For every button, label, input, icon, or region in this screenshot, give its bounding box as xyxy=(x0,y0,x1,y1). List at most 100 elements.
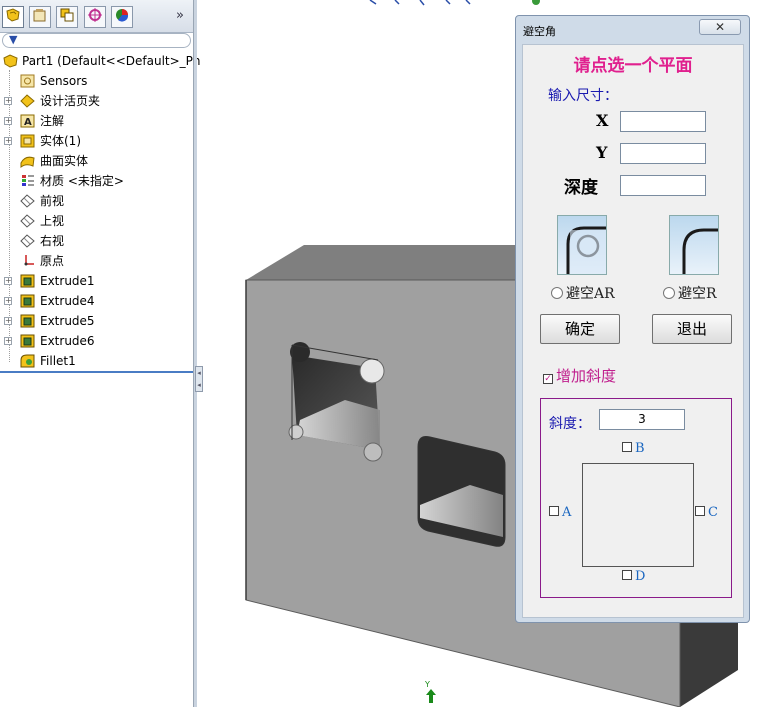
side-d-label: D xyxy=(635,569,646,584)
tree-item[interactable]: + Extrude5 xyxy=(0,311,193,331)
extrude-icon xyxy=(20,274,35,288)
filter-icon: ▼ xyxy=(9,33,18,46)
tree-item[interactable]: 原点 xyxy=(0,251,193,271)
x-input[interactable] xyxy=(620,111,706,132)
tree-item-label: 实体(1) xyxy=(40,134,81,148)
tree-item[interactable]: 前视 xyxy=(0,191,193,211)
toolbar-fragment-icon xyxy=(532,0,540,5)
option-r-radio[interactable]: 避空R xyxy=(663,283,717,303)
expand-toggle-icon[interactable]: + xyxy=(4,97,12,105)
tree-item[interactable]: + Extrude1 xyxy=(0,271,193,291)
feature-manager-tabbar: » xyxy=(0,0,193,33)
side-b-label: B xyxy=(635,441,645,456)
add-slope-checkbox[interactable]: ✓ 增加斜度 xyxy=(543,365,616,386)
expand-toggle-icon[interactable]: + xyxy=(4,297,12,305)
slope-group: 斜度： 3 B A C D xyxy=(540,398,732,598)
tree-item[interactable]: + Extrude4 xyxy=(0,291,193,311)
solid-bodies-icon xyxy=(20,134,35,148)
checkbox-icon xyxy=(549,506,559,516)
side-c-checkbox[interactable]: C xyxy=(695,505,718,520)
dimxpert-tab-icon[interactable] xyxy=(84,6,106,28)
checkbox-icon xyxy=(622,570,632,580)
checkmark-icon: ✓ xyxy=(543,374,553,384)
y-input[interactable] xyxy=(620,143,706,164)
tree-root-label: Part1 (Default<<Default>_Ph xyxy=(22,54,201,68)
axis-y-label: Y xyxy=(425,680,430,689)
tree-item-label: Extrude6 xyxy=(40,334,95,348)
extrude-icon xyxy=(20,314,35,328)
tree-item[interactable]: Fillet1 xyxy=(0,351,193,371)
extrude-icon xyxy=(20,294,35,308)
exit-button[interactable]: 退出 xyxy=(652,314,732,344)
corner-relief-ar-icon[interactable] xyxy=(557,215,607,275)
annotation-icon: A xyxy=(20,114,35,128)
tree-item[interactable]: + 设计活页夹 xyxy=(0,91,193,111)
ok-button[interactable]: 确定 xyxy=(540,314,620,344)
extrude-icon xyxy=(20,334,35,348)
svg-text:A: A xyxy=(24,117,32,128)
checkbox-icon xyxy=(695,506,705,516)
tree-item[interactable]: 上视 xyxy=(0,211,193,231)
tree-root-part[interactable]: Part1 (Default<<Default>_Ph xyxy=(0,51,201,71)
material-icon xyxy=(20,174,35,188)
property-manager-tab-icon[interactable] xyxy=(29,6,51,28)
tree-item-label: 曲面实体 xyxy=(40,154,89,168)
option-ar-label: 避空AR xyxy=(566,286,615,302)
tree-item-label: Sensors xyxy=(40,74,88,88)
tree-item[interactable]: Sensors xyxy=(0,71,193,91)
tree-item-label: Extrude4 xyxy=(40,294,95,308)
side-d-checkbox[interactable]: D xyxy=(622,569,645,584)
feature-manager-bottom-bar xyxy=(0,371,193,373)
expand-toggle-icon[interactable]: + xyxy=(4,277,12,285)
configuration-manager-tab-icon[interactable] xyxy=(56,6,78,28)
tree-item-label: 右视 xyxy=(40,234,65,248)
radio-icon xyxy=(663,287,675,299)
tree-item-label: 材质 <未指定> xyxy=(40,174,124,188)
depth-input[interactable] xyxy=(620,175,706,196)
side-a-label: A xyxy=(562,505,572,520)
origin-icon xyxy=(20,254,35,268)
expand-toggle-icon[interactable]: + xyxy=(4,137,12,145)
chevron-right-icon[interactable]: » xyxy=(176,8,184,23)
option-ar-radio[interactable]: 避空AR xyxy=(551,283,615,303)
tree-item-label: 注解 xyxy=(40,114,65,128)
expand-toggle-icon[interactable]: + xyxy=(4,317,12,325)
sensor-icon xyxy=(20,74,35,88)
tree-item-label: Extrude1 xyxy=(40,274,95,288)
corner-relief-dialog: 避空角 ✕ 请点选一个平面 输入尺寸： X Y 深度 避空AR 避空R 确定 退… xyxy=(515,15,750,623)
plane-icon xyxy=(20,214,35,228)
tree-item[interactable]: + 实体(1) xyxy=(0,131,193,151)
side-c-label: C xyxy=(708,505,718,520)
tree-item[interactable]: 右视 xyxy=(0,231,193,251)
dialog-close-button[interactable]: ✕ xyxy=(699,19,741,35)
input-size-label: 输入尺寸： xyxy=(548,88,618,104)
design-binder-icon xyxy=(20,94,35,108)
dialog-title: 避空角 xyxy=(523,25,556,38)
part-icon xyxy=(3,54,18,68)
feature-manager-panel: » ▼ Part1 (Default<<Default>_Ph Sensors +… xyxy=(0,0,201,707)
dialog-body: 请点选一个平面 输入尺寸： X Y 深度 避空AR 避空R 确定 退出 ✓ 增加斜… xyxy=(522,44,744,618)
expand-toggle-icon[interactable]: + xyxy=(4,117,12,125)
surface-bodies-icon xyxy=(20,154,35,169)
option-r-label: 避空R xyxy=(678,286,717,302)
radio-icon xyxy=(551,287,563,299)
side-a-checkbox[interactable]: A xyxy=(549,505,571,520)
side-selection-square xyxy=(582,463,694,567)
display-manager-tab-icon[interactable] xyxy=(111,6,133,28)
slope-input[interactable]: 3 xyxy=(599,409,685,430)
tree-item[interactable]: 材质 <未指定> xyxy=(0,171,193,191)
checkbox-icon xyxy=(622,442,632,452)
depth-label: 深度 xyxy=(564,178,598,198)
axis-triad-y: Y xyxy=(425,680,437,705)
tree-item[interactable]: + A 注解 xyxy=(0,111,193,131)
slope-label: 斜度： xyxy=(549,416,591,432)
tree-item[interactable]: 曲面实体 xyxy=(0,151,193,171)
expand-toggle-icon[interactable]: + xyxy=(4,337,12,345)
side-b-checkbox[interactable]: B xyxy=(622,441,645,456)
dialog-heading: 请点选一个平面 xyxy=(573,56,693,76)
feature-manager-tab-icon[interactable] xyxy=(2,6,24,28)
axis-arrow-icon xyxy=(426,689,436,703)
corner-relief-r-icon[interactable] xyxy=(669,215,719,275)
tree-filter-input[interactable]: ▼ xyxy=(2,33,191,48)
tree-item[interactable]: + Extrude6 xyxy=(0,331,193,351)
